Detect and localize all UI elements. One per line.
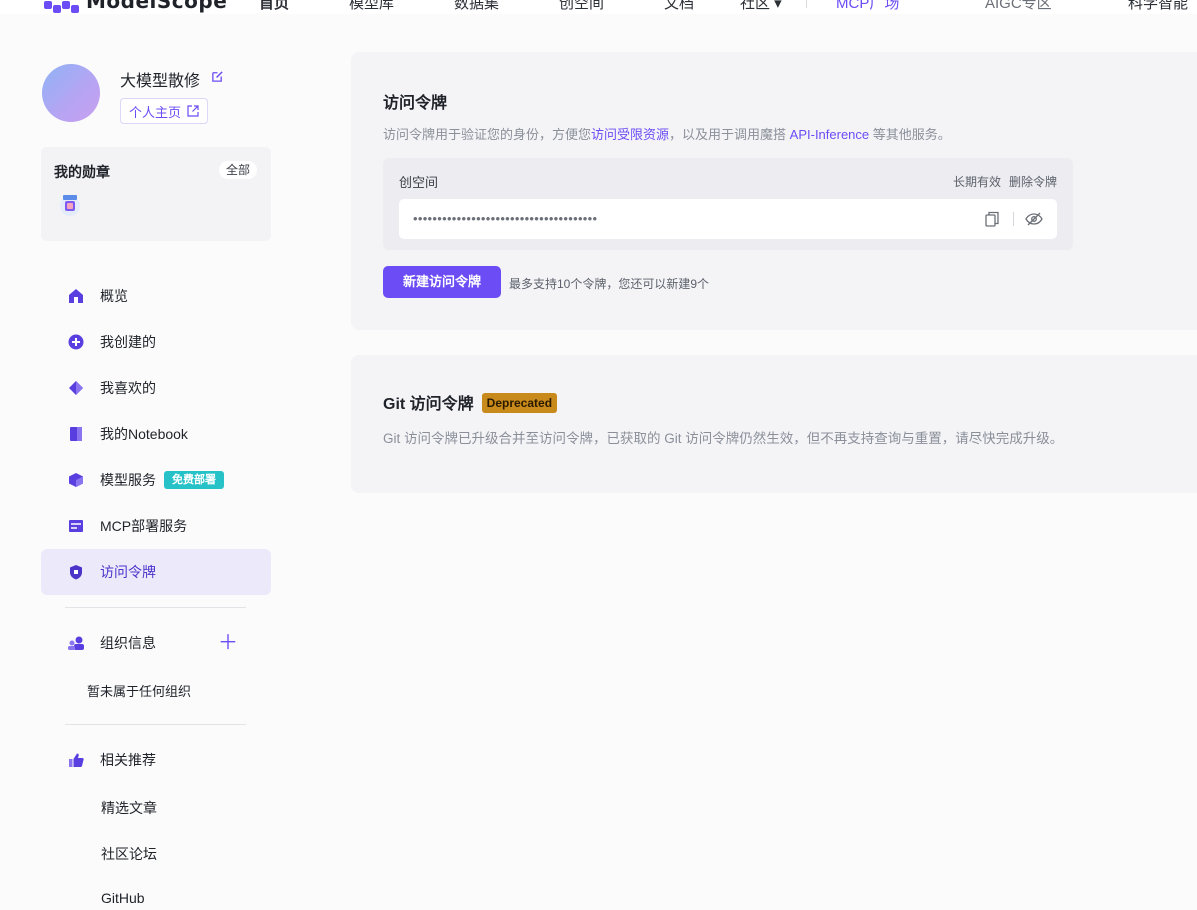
sidebar-item-label: 我的Notebook bbox=[100, 426, 188, 442]
token-meta: 长期有效 删除令牌 bbox=[953, 173, 1057, 190]
sidebar-item-label: 模型服务 bbox=[100, 472, 156, 488]
copy-icon[interactable] bbox=[985, 211, 999, 227]
token-limit-hint: 最多支持10个令牌，您还可以新建9个 bbox=[509, 277, 710, 291]
badges-all-button[interactable]: 全部 bbox=[218, 161, 257, 179]
sidebar-item-access-token[interactable]: 访问令牌 bbox=[41, 549, 271, 595]
icon-separator bbox=[1013, 212, 1014, 226]
token-entry: 创空间 长期有效 删除令牌 ••••••••••••••••••••••••••… bbox=[383, 158, 1073, 250]
profile-home-label: 个人主页 bbox=[129, 104, 182, 120]
desc-text: 访问令牌用于验证您的身份，方便您 bbox=[383, 127, 592, 142]
add-org-icon[interactable]: ＋ bbox=[218, 633, 238, 653]
sidebar-item-label: 相关推荐 bbox=[100, 752, 156, 768]
sidebar-item-mcp-service[interactable]: MCP部署服务 bbox=[41, 503, 271, 549]
sidebar-item-recommend: 相关推荐 bbox=[41, 737, 271, 783]
logo-mark-icon bbox=[44, 0, 80, 13]
server-icon bbox=[69, 520, 83, 532]
nav-docs[interactable]: 文档 bbox=[664, 0, 694, 13]
desc-text: 等其他服务。 bbox=[869, 127, 951, 142]
nav-divider bbox=[806, 0, 807, 8]
git-token-card: Git 访问令牌 Deprecated Git 访问令牌已升级合并至访问令牌，已获… bbox=[351, 355, 1197, 493]
nav-aigc[interactable]: AIGC专区 bbox=[985, 0, 1052, 13]
nav-datasets[interactable]: 数据集 bbox=[454, 0, 499, 13]
modelscope-logo[interactable]: ModelScope bbox=[44, 0, 227, 14]
profile-home-button[interactable]: 个人主页 bbox=[120, 98, 209, 124]
notebook-icon bbox=[70, 427, 82, 441]
badges-title: 我的勋章 bbox=[54, 164, 110, 180]
free-deploy-tag: 免费部署 bbox=[164, 471, 224, 489]
sidebar-item-created[interactable]: 我创建的 bbox=[41, 319, 271, 365]
access-token-card: 访问令牌 访问令牌用于验证您的身份，方便您访问受限资源，以及用于调用魔搭 API… bbox=[351, 52, 1197, 330]
git-token-title-row: Git 访问令牌 Deprecated bbox=[383, 390, 558, 414]
diamond-icon bbox=[69, 381, 83, 395]
token-validity: 长期有效 bbox=[952, 175, 1001, 189]
sidebar-link-forum[interactable]: 社区论坛 bbox=[101, 844, 157, 864]
badges-card: 我的勋章 全部 bbox=[41, 147, 271, 241]
cube-icon bbox=[69, 473, 83, 487]
sidebar-item-label: 访问令牌 bbox=[100, 564, 156, 580]
sidebar-divider bbox=[65, 724, 246, 725]
sidebar-item-notebook[interactable]: 我的Notebook bbox=[41, 411, 271, 457]
sidebar-item-liked[interactable]: 我喜欢的 bbox=[41, 365, 271, 411]
external-link-icon bbox=[187, 105, 199, 117]
restricted-resources-link[interactable]: 访问受限资源 bbox=[591, 127, 669, 142]
git-token-title: Git 访问令牌 bbox=[383, 396, 474, 413]
nav-mcp[interactable]: MCP广场 bbox=[836, 0, 899, 13]
username: 大模型散修 bbox=[120, 73, 201, 90]
nav-community[interactable]: 社区 ▾ bbox=[740, 0, 782, 13]
sidebar-item-label: 概览 bbox=[100, 288, 128, 304]
nav-science[interactable]: 科学智能 bbox=[1128, 0, 1188, 13]
api-inference-link[interactable]: API-Inference bbox=[790, 127, 870, 142]
sidebar-item-label: MCP部署服务 bbox=[100, 518, 188, 534]
home-icon bbox=[69, 289, 83, 303]
deprecated-tag: Deprecated bbox=[481, 393, 558, 413]
org-empty-text: 暂未属于任何组织 bbox=[87, 684, 192, 699]
sidebar-item-label: 我创建的 bbox=[100, 334, 156, 350]
avatar[interactable] bbox=[42, 64, 100, 122]
sidebar-link-github[interactable]: GitHub bbox=[101, 890, 145, 906]
sidebar-divider bbox=[65, 607, 246, 608]
sidebar-link-articles[interactable]: 精选文章 bbox=[101, 798, 157, 818]
sidebar-item-model-service[interactable]: 模型服务 免费部署 bbox=[41, 457, 271, 503]
access-token-description: 访问令牌用于验证您的身份，方便您访问受限资源，以及用于调用魔搭 API-Infe… bbox=[383, 124, 951, 143]
medal-badge-icon[interactable] bbox=[58, 192, 82, 218]
desc-text: ，以及用于调用魔搭 bbox=[669, 127, 790, 142]
nav-home[interactable]: 首页 bbox=[259, 0, 289, 13]
shield-icon bbox=[70, 565, 82, 580]
eye-hidden-icon[interactable] bbox=[1025, 211, 1043, 227]
token-value-field[interactable]: •••••••••••••••••••••••••••••••••••••• bbox=[399, 199, 1057, 239]
thumbs-up-icon bbox=[69, 753, 84, 767]
token-name: 创空间 bbox=[399, 175, 439, 190]
delete-token-button[interactable]: 删除令牌 bbox=[1009, 173, 1057, 190]
logo-text: ModelScope bbox=[86, 0, 228, 13]
git-token-description: Git 访问令牌已升级合并至访问令牌，已获取的 Git 访问令牌仍然生效，但不再… bbox=[383, 431, 1064, 446]
sidebar-item-label: 我喜欢的 bbox=[100, 380, 156, 396]
sidebar-item-overview[interactable]: 概览 bbox=[41, 273, 271, 319]
token-masked-value: •••••••••••••••••••••••••••••••••••••• bbox=[413, 211, 598, 226]
access-token-title: 访问令牌 bbox=[383, 95, 448, 112]
nav-studios[interactable]: 创空间 bbox=[559, 0, 604, 13]
top-navigation: ModelScope 首页 模型库 数据集 创空间 文档 社区 ▾ MCP广场 … bbox=[0, 0, 1197, 14]
new-access-token-button[interactable]: 新建访问令牌 bbox=[383, 266, 501, 298]
team-icon bbox=[68, 636, 84, 650]
plus-circle-icon bbox=[68, 334, 84, 350]
nav-models[interactable]: 模型库 bbox=[349, 0, 394, 13]
edit-icon[interactable] bbox=[211, 70, 224, 83]
sidebar-item-label: 组织信息 bbox=[100, 635, 156, 651]
